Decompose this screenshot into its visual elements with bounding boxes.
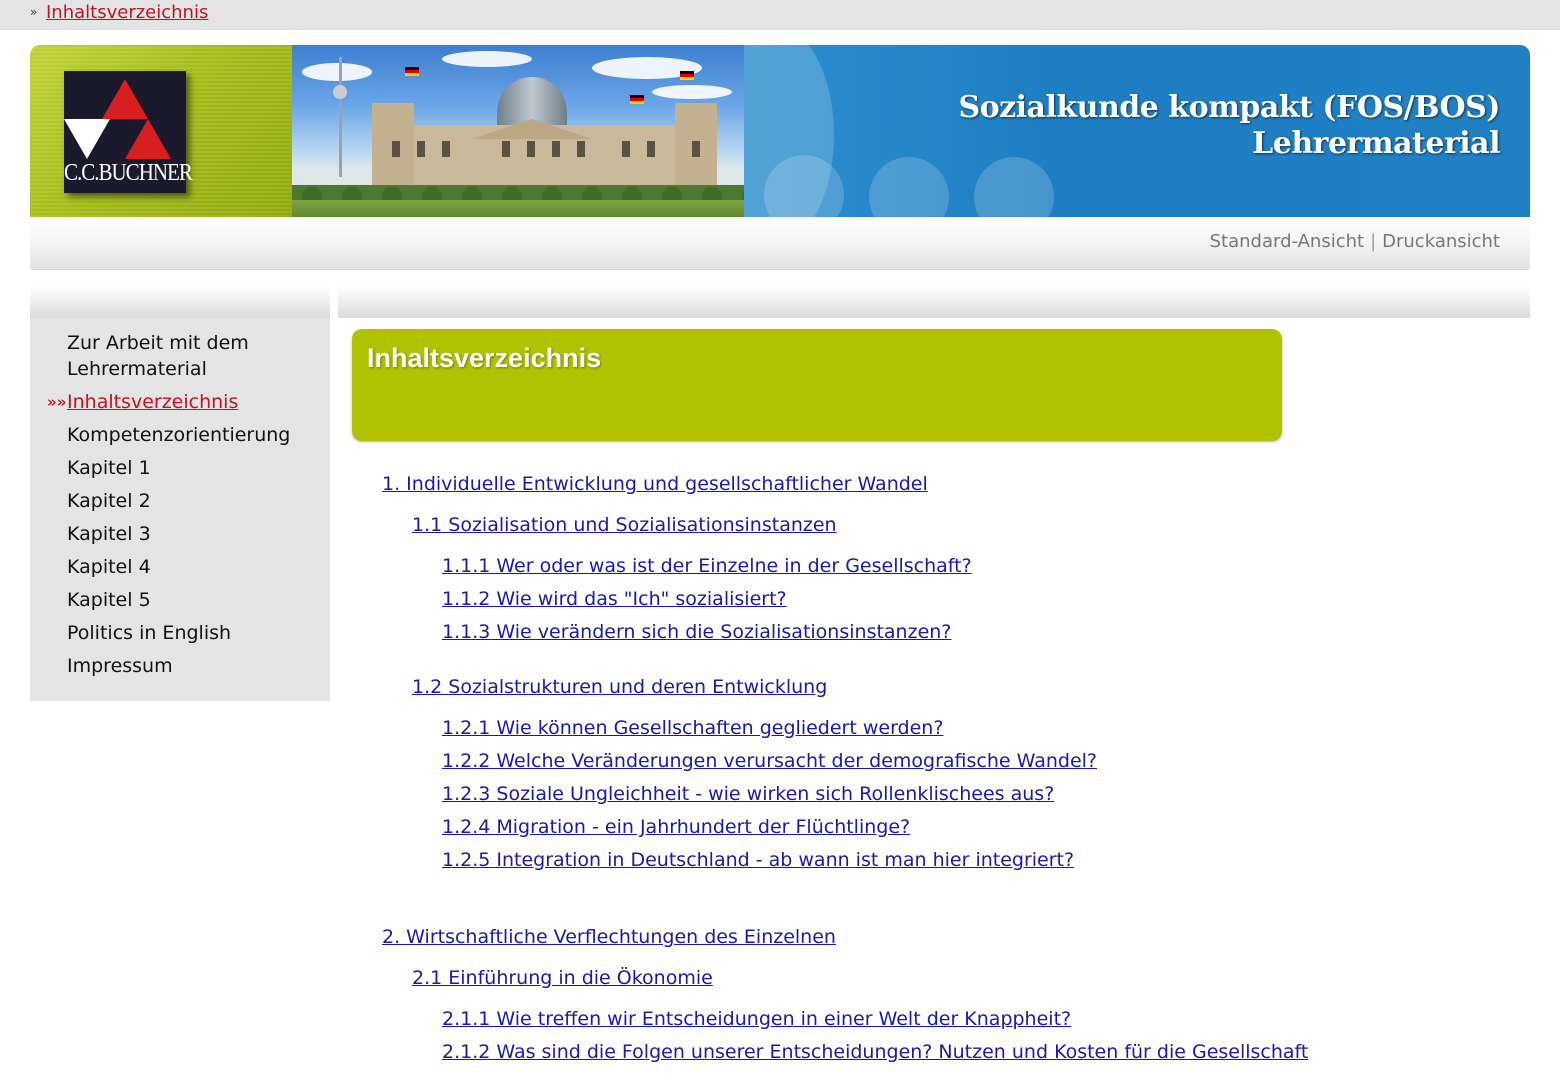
toc-link-chapter-2[interactable]: 2. Wirtschaftliche Verflechtungen des Ei… <box>382 925 836 949</box>
print-view-link[interactable]: Druckansicht <box>1382 231 1500 252</box>
standard-view-link[interactable]: Standard-Ansicht <box>1210 231 1364 252</box>
view-separator: | <box>1370 231 1377 252</box>
toc-link-1-2-3[interactable]: 1.2.3 Soziale Ungleichheit - wie wirken … <box>442 782 1054 806</box>
publisher-logo[interactable]: C.C.BUCHNER <box>64 71 193 193</box>
logo-area: C.C.BUCHNER <box>30 45 292 217</box>
toc-link-2-1-2[interactable]: 2.1.2 Was sind die Folgen unserer Entsch… <box>442 1040 1308 1064</box>
site-title-line2: Lehrermaterial <box>1252 126 1500 161</box>
toc-link-1-1-3[interactable]: 1.1.3 Wie verändern sich die Sozialisati… <box>442 620 951 644</box>
toc-link-1-2-1[interactable]: 1.2.1 Wie können Gesellschaften gegliede… <box>442 716 943 740</box>
sidebar-item-label: Inhaltsverzeichnis <box>67 391 239 413</box>
sidebar-item-kompetenzorientierung[interactable]: Kompetenzorientierung <box>67 422 317 448</box>
reichstag-photo <box>292 45 744 217</box>
active-marker-icon: »» <box>47 393 67 411</box>
toc-link-1-2-4[interactable]: 1.2.4 Migration - ein Jahrhundert der Fl… <box>442 815 910 839</box>
toc-link-1-1[interactable]: 1.1 Sozialisation und Sozialisationsinst… <box>412 513 837 537</box>
sidebar-item-politics-in-english[interactable]: Politics in English <box>67 620 317 646</box>
page-title-box: Inhaltsverzeichnis <box>352 329 1282 441</box>
page-title: Inhaltsverzeichnis <box>367 343 602 373</box>
sidebar-item-kapitel-4[interactable]: Kapitel 4 <box>67 554 317 580</box>
toc-link-1-1-2[interactable]: 1.1.2 Wie wird das "Ich" sozialisiert? <box>442 587 787 611</box>
breadcrumb: » Inhaltsverzeichnis <box>0 0 1560 30</box>
toc-link-2-1[interactable]: 2.1 Einführung in die Ökonomie <box>412 966 713 990</box>
sidebar-item-zur-arbeit[interactable]: Zur Arbeit mit dem Lehrermaterial <box>67 330 317 382</box>
logo-text: C.C.BUCHNER <box>64 158 193 186</box>
content-header <box>338 284 1530 318</box>
sidebar-item-kapitel-1[interactable]: Kapitel 1 <box>67 455 317 481</box>
header-banner: C.C.BUCHNER Sozialkunde kompakt (FOS/BOS… <box>30 45 1530 217</box>
toc-link-1-1-1[interactable]: 1.1.1 Wer oder was ist der Einzelne in d… <box>442 554 972 578</box>
sidebar-item-impressum[interactable]: Impressum <box>67 653 317 679</box>
toc-link-1-2-5[interactable]: 1.2.5 Integration in Deutschland - ab wa… <box>442 848 1074 872</box>
breadcrumb-link-inhaltsverzeichnis[interactable]: Inhaltsverzeichnis <box>46 2 208 23</box>
toc-link-1-2-2[interactable]: 1.2.2 Welche Veränderungen verursacht de… <box>442 749 1097 773</box>
toc-link-1-2[interactable]: 1.2 Sozialstrukturen und deren Entwicklu… <box>412 675 827 699</box>
title-area: Sozialkunde kompakt (FOS/BOS) Lehrermate… <box>744 45 1530 217</box>
sidebar-nav: Zur Arbeit mit dem Lehrermaterial »» Inha… <box>30 318 330 701</box>
site-title: Sozialkunde kompakt (FOS/BOS) Lehrermate… <box>958 90 1500 162</box>
sidebar-item-kapitel-3[interactable]: Kapitel 3 <box>67 521 317 547</box>
view-links: Standard-Ansicht | Druckansicht <box>1210 231 1500 252</box>
sidebar-item-kapitel-2[interactable]: Kapitel 2 <box>67 488 317 514</box>
site-title-line1: Sozialkunde kompakt (FOS/BOS) <box>958 90 1500 125</box>
breadcrumb-marker: » <box>30 5 38 19</box>
sidebar-item-inhaltsverzeichnis[interactable]: »» Inhaltsverzeichnis <box>47 389 317 415</box>
triangles-logo-icon <box>64 79 171 159</box>
toc-link-2-1-1[interactable]: 2.1.1 Wie treffen wir Entscheidungen in … <box>442 1007 1071 1031</box>
toc-link-chapter-1[interactable]: 1. Individuelle Entwicklung und gesellsc… <box>382 472 928 496</box>
view-bar: Standard-Ansicht | Druckansicht <box>30 217 1530 270</box>
sidebar-item-kapitel-5[interactable]: Kapitel 5 <box>67 587 317 613</box>
sidebar-header <box>30 284 330 318</box>
